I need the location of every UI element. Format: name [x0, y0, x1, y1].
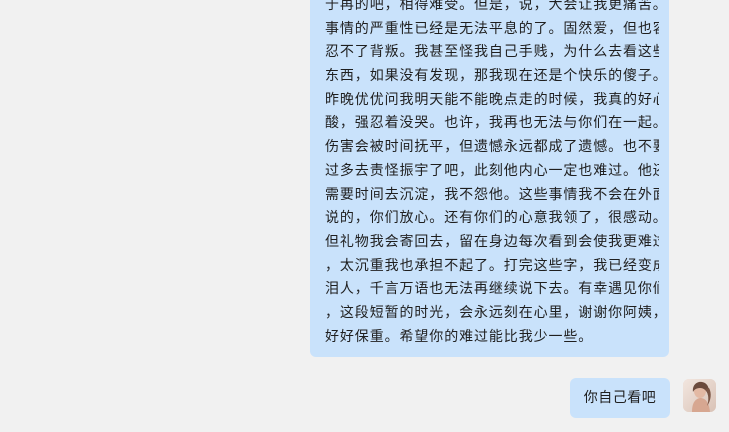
user-avatar[interactable] [683, 379, 716, 412]
message-bubble-long[interactable]: 于再的吧，相得难受。但是，说，大会让我更痛苦。 事情的严重性已经是无法平息的了。… [310, 0, 669, 357]
message-line: 需要时间去沉淀，我不怨他。这些事情我不会在外面 [325, 186, 659, 203]
message-line: 东西，如果没有发现，那我现在还是个快乐的傻子。 [325, 68, 659, 85]
message-line: ，这段短暂的时光，会永远刻在心里，谢谢你阿姨， [325, 304, 659, 321]
message-bubble-short[interactable]: 你自己看吧 [570, 378, 670, 418]
message-line: 说的，你们放心。还有你们的心意我领了，很感动。 [325, 210, 659, 227]
message-line: 酸，强忍着没哭。也许，我再也无法与你们在一起。 [325, 115, 659, 132]
message-line: 过多去责怪振宇了吧，此刻他内心一定也难过。他还 [325, 162, 659, 179]
message-line: 但礼物我会寄回去，留在身边每次看到会使我更难过 [325, 233, 659, 250]
chat-message-area: 于再的吧，相得难受。但是，说，大会让我更痛苦。 事情的严重性已经是无法平息的了。… [0, 0, 729, 432]
message-line: 事情的严重性已经是无法平息的了。固然爱，但也容 [325, 20, 659, 37]
message-line: 好好保重。希望你的难过能比我少一些。 [325, 328, 594, 345]
message-line: 忍不了背叛。我甚至怪我自己手贱，为什么去看这些 [325, 44, 659, 61]
message-line: 泪人，千言万语也无法再继续说下去。有幸遇见你们 [325, 281, 659, 298]
message-text: 你自己看吧 [583, 390, 657, 406]
avatar-photo-icon [683, 379, 716, 412]
message-line: ，太沉重我也承担不起了。打完这些字，我已经变成 [325, 257, 659, 274]
message-line: 伤害会被时间抚平，但遗憾永远都成了遗憾。也不要 [325, 139, 659, 156]
message-line: 于再的吧，相得难受。但是，说，大会让我更痛苦。 [325, 0, 659, 13]
message-line: 昨晚优优问我明天能不能晚点走的时候，我真的好心 [325, 91, 659, 108]
